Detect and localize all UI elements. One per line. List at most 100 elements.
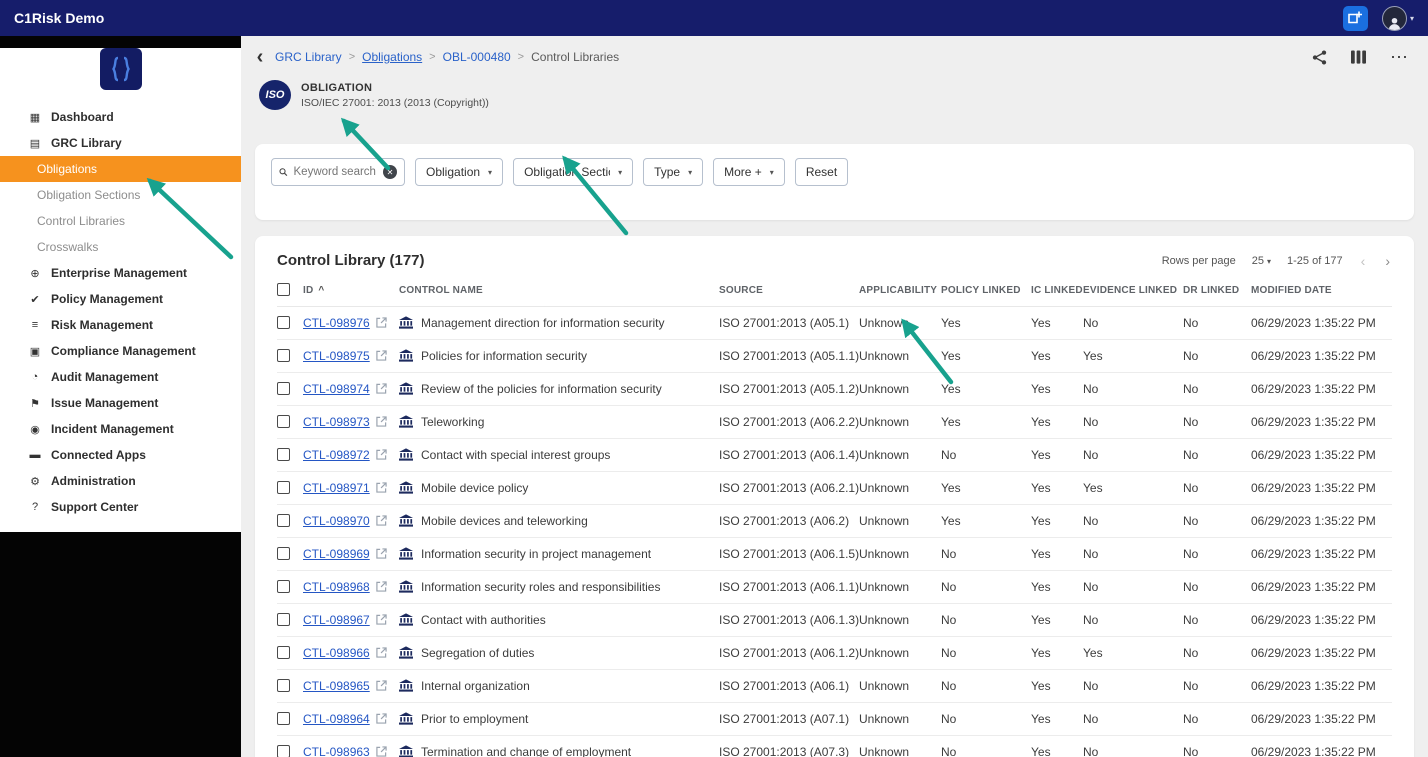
control-id-link[interactable]: CTL-098970 (303, 514, 370, 528)
more-actions-icon[interactable]: ⋯ (1390, 48, 1408, 66)
clear-search-icon[interactable]: ✕ (383, 165, 397, 179)
external-link-icon[interactable] (376, 581, 387, 592)
row-checkbox[interactable] (277, 316, 290, 329)
control-id-link[interactable]: CTL-098969 (303, 547, 370, 561)
columns-icon[interactable] (1351, 50, 1366, 64)
external-link-icon[interactable] (376, 515, 387, 526)
control-id-link[interactable]: CTL-098967 (303, 613, 370, 627)
select-all-checkbox[interactable] (277, 283, 290, 296)
row-checkbox[interactable] (277, 349, 290, 362)
ic-linked-cell: Yes (1031, 438, 1083, 472)
control-id-link[interactable]: CTL-098972 (303, 448, 370, 462)
filter-type[interactable]: Type ▾ (643, 158, 704, 186)
row-checkbox[interactable] (277, 448, 290, 461)
sidebar-item-enterprise-management[interactable]: ⊕ Enterprise Management (0, 260, 241, 286)
filter-obligation[interactable]: Obligation ▾ (415, 158, 504, 186)
policy-linked-cell: No (941, 603, 1031, 637)
rows-per-page-select[interactable]: 25 ▾ (1252, 255, 1271, 267)
control-id-link[interactable]: CTL-098971 (303, 481, 370, 495)
sidebar-item-administration[interactable]: ⚙ Administration (0, 468, 241, 494)
control-id-link[interactable]: CTL-098965 (303, 679, 370, 693)
prev-page-button[interactable]: ‹ (1359, 253, 1368, 269)
control-id-link[interactable]: CTL-098966 (303, 646, 370, 660)
next-page-button[interactable]: › (1383, 253, 1392, 269)
control-id-link[interactable]: CTL-098963 (303, 745, 370, 757)
c1risk-logo[interactable] (99, 48, 142, 90)
row-checkbox[interactable] (277, 712, 290, 725)
share-icon[interactable] (1312, 49, 1327, 65)
table-row: CTL-098974 Review of the policies for in… (277, 372, 1392, 406)
list-icon: ≡ (31, 319, 39, 331)
breadcrumb-grc-library[interactable]: GRC Library (275, 50, 342, 64)
sidebar-item-audit-management[interactable]: ◔ Audit Management (0, 364, 241, 390)
filter-more[interactable]: More + ▾ (713, 158, 785, 186)
col-evidence-linked[interactable]: EVIDENCE LINKED (1083, 273, 1183, 307)
sidebar-item-dashboard[interactable]: ▦ Dashboard (0, 104, 241, 130)
external-link-icon[interactable] (376, 614, 387, 625)
control-id-link[interactable]: CTL-098975 (303, 349, 370, 363)
control-id-link[interactable]: CTL-098964 (303, 712, 370, 726)
user-icon (1388, 17, 1401, 30)
external-link-icon[interactable] (376, 548, 387, 559)
row-checkbox[interactable] (277, 547, 290, 560)
external-link-icon[interactable] (376, 713, 387, 724)
control-id-link[interactable]: CTL-098974 (303, 382, 370, 396)
sidebar-item-issue-management[interactable]: ⚑ Issue Management (0, 390, 241, 416)
control-id-link[interactable]: CTL-098976 (303, 316, 370, 330)
col-policy-linked[interactable]: POLICY LINKED (941, 273, 1031, 307)
col-modified-date[interactable]: MODIFIED DATE (1251, 273, 1392, 307)
col-id[interactable]: ID ^ (303, 273, 399, 307)
row-checkbox[interactable] (277, 580, 290, 593)
external-link-icon[interactable] (376, 449, 387, 460)
col-source[interactable]: SOURCE (719, 273, 859, 307)
reset-button[interactable]: Reset (794, 158, 849, 186)
external-link-icon[interactable] (376, 680, 387, 691)
control-id-link[interactable]: CTL-098968 (303, 580, 370, 594)
row-checkbox[interactable] (277, 679, 290, 692)
sidebar-item-label: GRC Library (51, 136, 122, 150)
external-link-icon[interactable] (376, 383, 387, 394)
breadcrumb-control-libraries[interactable]: Control Libraries (531, 50, 619, 64)
quick-add-button[interactable] (1342, 5, 1368, 31)
institution-icon (399, 448, 413, 461)
row-checkbox[interactable] (277, 382, 290, 395)
row-checkbox[interactable] (277, 481, 290, 494)
applicability-cell: Unknown (859, 471, 941, 505)
external-link-icon[interactable] (376, 350, 387, 361)
col-ic-linked[interactable]: IC LINKED (1031, 273, 1083, 307)
row-checkbox[interactable] (277, 613, 290, 626)
sidebar-item-support-center[interactable]: ? Support Center (0, 494, 241, 520)
breadcrumb-obligations[interactable]: Obligations (362, 50, 422, 64)
institution-icon (399, 349, 413, 362)
modified-date-cell: 06/29/2023 1:35:22 PM (1251, 636, 1392, 670)
col-applicability[interactable]: APPLICABILITY (859, 273, 941, 307)
search-input[interactable] (293, 166, 377, 178)
breadcrumb-obl-000480[interactable]: OBL-000480 (443, 50, 511, 64)
external-link-icon[interactable] (376, 482, 387, 493)
col-control-name[interactable]: CONTROL NAME (399, 273, 719, 307)
sidebar-item-compliance-management[interactable]: ▣ Compliance Management (0, 338, 241, 364)
external-link-icon[interactable] (376, 317, 387, 328)
control-id-link[interactable]: CTL-098973 (303, 415, 370, 429)
external-link-icon[interactable] (376, 746, 387, 757)
row-checkbox[interactable] (277, 415, 290, 428)
filter-obligation-sections[interactable]: Obligation Sections ▾ (513, 158, 634, 186)
external-link-icon[interactable] (376, 647, 387, 658)
sidebar-item-risk-management[interactable]: ≡ Risk Management (0, 312, 241, 338)
back-chevron-icon[interactable]: ‹ (249, 47, 271, 67)
col-dr-linked[interactable]: DR LINKED (1183, 273, 1251, 307)
evidence-linked-cell: No (1083, 316, 1099, 330)
sidebar-item-crosswalks[interactable]: Crosswalks (0, 234, 241, 260)
sidebar-item-incident-management[interactable]: ◉ Incident Management (0, 416, 241, 442)
sidebar-item-control-libraries[interactable]: Control Libraries (0, 208, 241, 234)
row-checkbox[interactable] (277, 646, 290, 659)
sidebar-item-policy-management[interactable]: ✔ Policy Management (0, 286, 241, 312)
external-link-icon[interactable] (376, 416, 387, 427)
sidebar-item-obligations[interactable]: Obligations (0, 156, 241, 182)
sidebar-item-connected-apps[interactable]: ▬ Connected Apps (0, 442, 241, 468)
sidebar-item-obligation-sections[interactable]: Obligation Sections (0, 182, 241, 208)
user-menu[interactable]: ▾ (1381, 5, 1414, 31)
row-checkbox[interactable] (277, 745, 290, 757)
sidebar-item-grc-library[interactable]: ▤ GRC Library (0, 130, 241, 156)
row-checkbox[interactable] (277, 514, 290, 527)
